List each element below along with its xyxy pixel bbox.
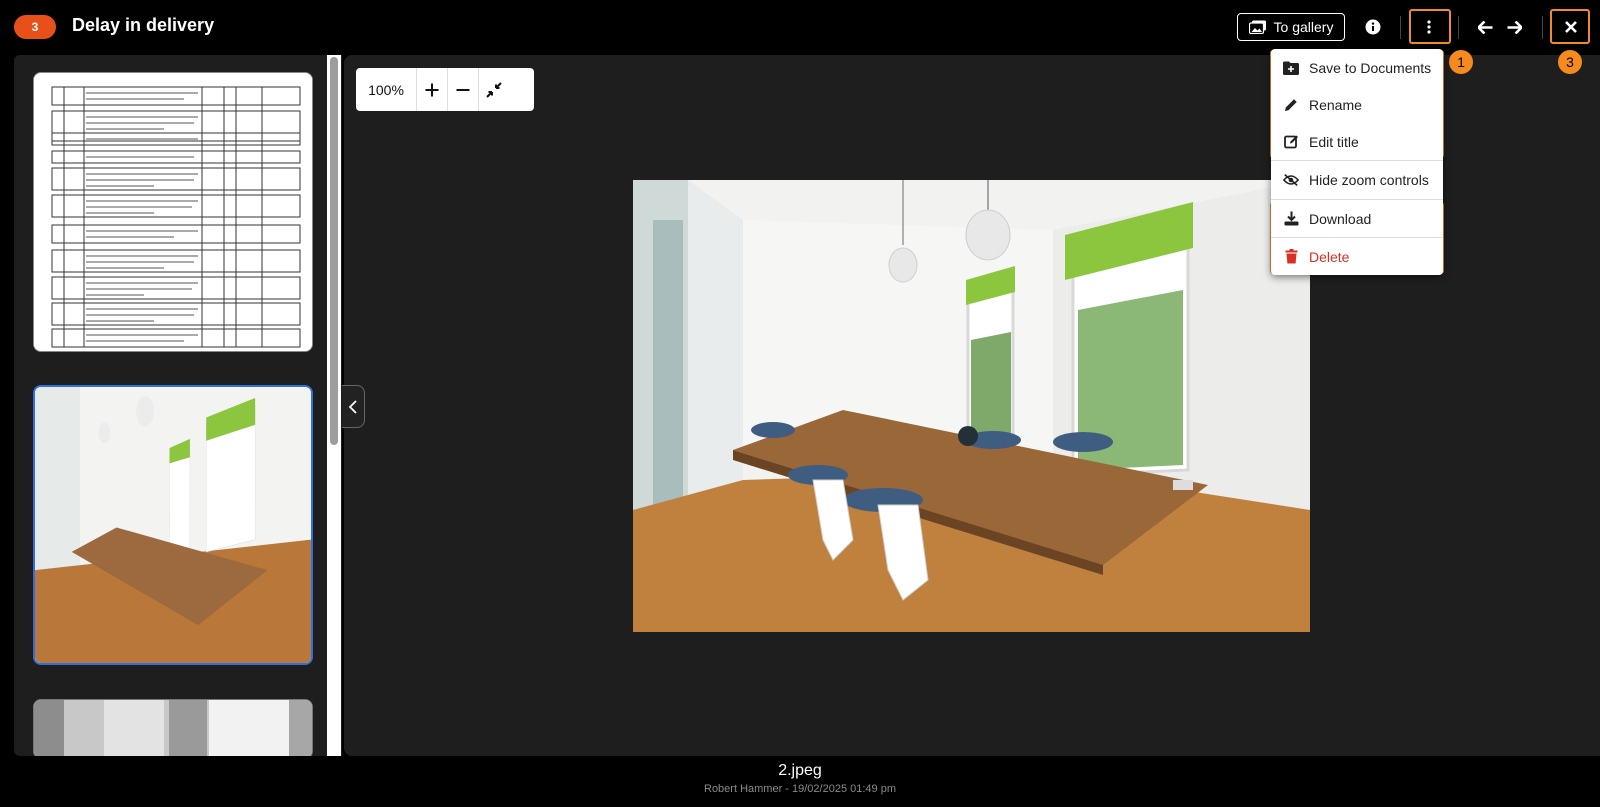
meeting-room-thumbnail: [35, 387, 311, 663]
file-meta: Robert Hammer - 19/02/2025 01:49 pm: [704, 783, 896, 795]
zoom-out-button[interactable]: [447, 68, 478, 111]
document-preview: [34, 73, 312, 351]
step-marker-3: 3: [1558, 50, 1582, 74]
close-icon: [1565, 21, 1577, 33]
menu-item-rename[interactable]: Rename: [1271, 86, 1443, 123]
thumbnail-photo-selected[interactable]: [33, 385, 313, 665]
fit-screen-button[interactable]: [478, 68, 509, 111]
count-badge: 3: [14, 15, 56, 39]
info-icon: [1365, 19, 1381, 35]
file-footer: 2.jpeg Robert Hammer - 19/02/2025 01:49 …: [0, 756, 1600, 807]
previous-button[interactable]: [1470, 12, 1500, 42]
menu-label: Edit title: [1309, 133, 1359, 150]
step-marker-1: 1: [1449, 50, 1473, 74]
more-vertical-icon: [1427, 20, 1431, 34]
menu-item-save-to-documents[interactable]: Save to Documents: [1271, 49, 1443, 86]
scrollbar-thumb[interactable]: [330, 57, 338, 445]
close-button[interactable]: [1556, 12, 1586, 42]
minus-icon: [456, 88, 470, 91]
trash-icon: [1283, 249, 1299, 265]
window-blinds-thumbnail: [34, 700, 312, 756]
zoom-in-button[interactable]: [416, 68, 447, 111]
arrow-left-icon: [1477, 20, 1492, 34]
menu-item-hide-zoom-controls[interactable]: Hide zoom controls: [1271, 161, 1443, 198]
chevron-left-icon: [349, 399, 357, 414]
menu-item-download[interactable]: Download: [1271, 200, 1443, 237]
page-title: Delay in delivery: [72, 15, 215, 35]
zoom-controls: 100%: [356, 68, 534, 111]
collapse-sidebar-button[interactable]: [342, 385, 365, 428]
menu-label: Download: [1309, 210, 1372, 227]
to-gallery-button[interactable]: To gallery: [1237, 13, 1345, 41]
menu-label: Save to Documents: [1309, 59, 1432, 76]
thumbnail-document[interactable]: [33, 72, 313, 352]
zoom-level: 100%: [368, 81, 404, 98]
edit-square-icon: [1283, 134, 1299, 150]
sidebar-scrollbar[interactable]: [327, 55, 341, 756]
more-options-menu: Save to Documents Rename Edit title Hide: [1271, 49, 1443, 275]
thumbnail-photo[interactable]: [33, 699, 313, 756]
main-photo: [633, 180, 1310, 632]
download-icon: [1283, 211, 1299, 227]
menu-item-edit-title[interactable]: Edit title: [1271, 123, 1443, 160]
gallery-icon: [1248, 20, 1266, 34]
menu-label: Delete: [1309, 248, 1350, 265]
plus-icon: [425, 83, 439, 96]
file-name: 2.jpeg: [778, 762, 822, 779]
folder-plus-icon: [1283, 60, 1299, 76]
thumbnail-sidebar[interactable]: [14, 55, 342, 756]
more-options-button[interactable]: [1414, 12, 1444, 42]
to-gallery-label: To gallery: [1273, 19, 1334, 35]
header-divider: [1400, 16, 1401, 39]
viewer-header: 3 Delay in delivery To gallery: [0, 0, 1600, 55]
next-button[interactable]: [1499, 12, 1529, 42]
menu-label: Hide zoom controls: [1309, 171, 1429, 188]
info-button[interactable]: [1358, 12, 1388, 42]
meeting-room-photo: [633, 180, 1310, 632]
header-divider: [1458, 16, 1459, 39]
eye-slash-icon: [1283, 172, 1299, 188]
menu-item-delete[interactable]: Delete: [1271, 238, 1443, 275]
pencil-icon: [1283, 97, 1299, 113]
compress-icon: [486, 81, 502, 98]
menu-label: Rename: [1309, 96, 1362, 113]
header-divider: [1542, 16, 1543, 39]
arrow-right-icon: [1507, 20, 1522, 34]
